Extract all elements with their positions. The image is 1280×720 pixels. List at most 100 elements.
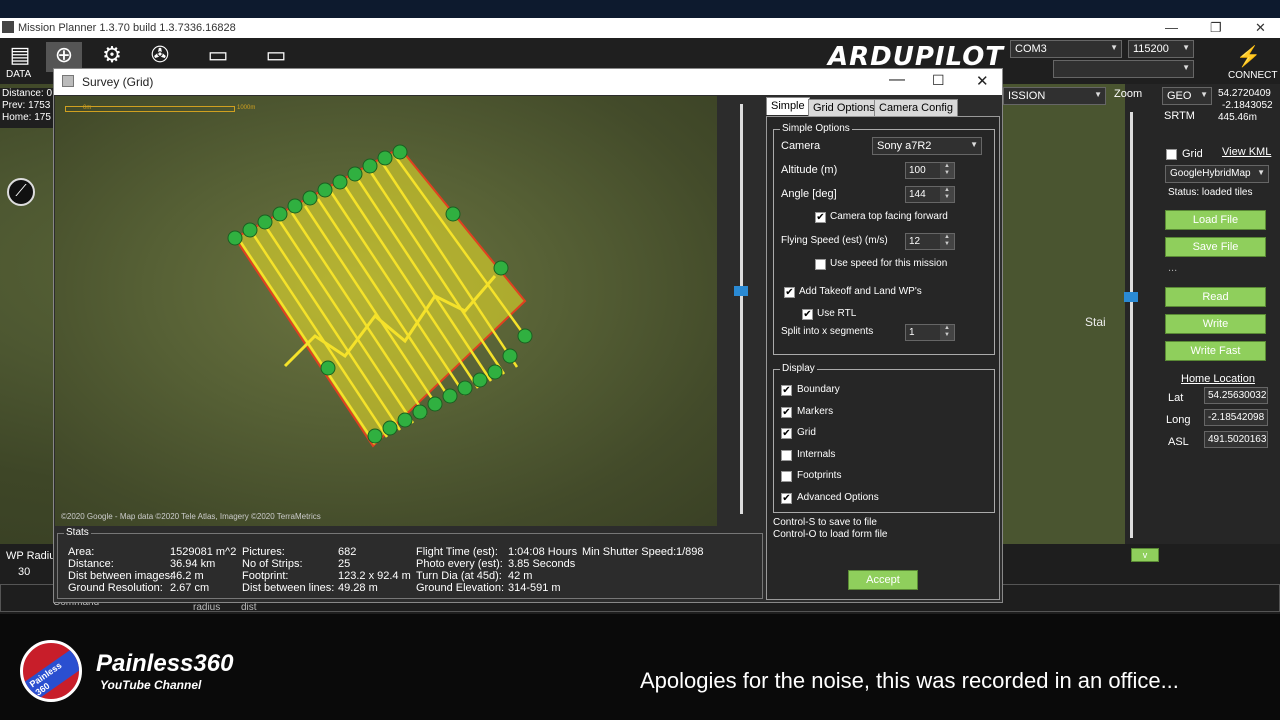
takeoff-land-checkbox[interactable]: ✔	[784, 287, 795, 298]
zoom-thumb[interactable]	[1124, 292, 1138, 302]
ground-elev-value: 314-591 m	[508, 582, 561, 594]
zoom-track[interactable]	[1130, 112, 1133, 538]
home-long-input[interactable]: -2.18542098	[1204, 409, 1268, 426]
survey-title: Survey (Grid)	[82, 75, 154, 89]
ground-elev-label: Ground Elevation:	[416, 582, 505, 594]
collapse-button[interactable]: v	[1131, 548, 1159, 562]
brand-sub: YouTube Channel	[100, 678, 202, 692]
flight-time-label: Flight Time (est):	[416, 546, 498, 558]
internals-label: Internals	[797, 449, 836, 460]
window-title: Mission Planner 1.3.70 build 1.3.7336.16…	[18, 22, 236, 34]
close-icon[interactable]: ✕	[1255, 20, 1266, 36]
zoom-label: Zoom	[1114, 88, 1143, 100]
options-panel: Simple Options Camera Sony a7R2 ▼ Altitud…	[766, 116, 1000, 600]
map-status: Status: loaded tiles	[1168, 187, 1253, 198]
wp-radius-value[interactable]: 30	[18, 566, 30, 578]
info-panel: Distance: 0 Prev: 1753 Home: 175	[0, 88, 55, 128]
home-lat-label: Lat	[1168, 392, 1184, 404]
tab-camera-config[interactable]: Camera Config	[874, 99, 958, 117]
secondary-select[interactable]: ▼	[1053, 60, 1194, 78]
survey-zoom-thumb[interactable]	[734, 286, 748, 296]
home-lat-input[interactable]: 54.25630032	[1204, 387, 1268, 404]
camera-select[interactable]: Sony a7R2 ▼	[872, 137, 982, 155]
speed-input[interactable]: 12 ▲ ▼	[905, 233, 955, 250]
hint-load: Control-O to load form file	[773, 529, 888, 540]
dist-images-label: Dist between images:	[68, 570, 174, 582]
use-speed-label: Use speed for this mission	[830, 258, 948, 269]
distance-stat-label: Distance:	[68, 558, 114, 570]
map-type-select[interactable]: GoogleHybridMap ▼	[1165, 165, 1269, 183]
turn-dia-value: 42 m	[508, 570, 533, 582]
geo-select[interactable]: GEO ▼	[1162, 87, 1212, 105]
map-credit: ©2020 Google - Map data ©2020 Tele Atlas…	[61, 512, 321, 521]
tab-grid-options[interactable]: Grid Options	[808, 99, 880, 117]
altitude-input[interactable]: 100 ▲ ▼	[905, 162, 955, 179]
grid-toggle-checkbox[interactable]	[1166, 149, 1177, 160]
survey-minimize-icon[interactable]: —	[889, 71, 905, 89]
video-caption: Apologies for the noise, this was record…	[640, 668, 1179, 693]
com-port-select[interactable]: COM3 ▼	[1010, 40, 1122, 58]
scale-end: 1000m	[237, 105, 256, 111]
baud-rate-select[interactable]: 115200 ▼	[1128, 40, 1194, 58]
boundary-label: Boundary	[797, 384, 840, 395]
camera-top-checkbox[interactable]: ✔	[815, 212, 826, 223]
display-legend: Display	[780, 363, 817, 374]
scale-start: 0m	[83, 105, 92, 111]
area-value: 1529081 m^2	[170, 546, 237, 558]
area-label: Area:	[68, 546, 95, 558]
survey-close-icon[interactable]: ✕	[976, 72, 989, 90]
markers-checkbox[interactable]: ✔	[781, 407, 792, 418]
mission-select[interactable]: ISSION ▼	[1003, 87, 1106, 105]
window-titlebar: Mission Planner 1.3.70 build 1.3.7336.16…	[0, 18, 1280, 38]
home-asl-label: ASL	[1168, 436, 1189, 448]
survey-zoom-track[interactable]	[740, 104, 743, 514]
right-map[interactable]	[1000, 84, 1125, 544]
srtm-label: SRTM	[1164, 110, 1195, 122]
view-kml-link[interactable]: View KML	[1222, 146, 1271, 158]
survey-maximize-icon[interactable]: ☐	[932, 72, 945, 89]
use-rtl-label: Use RTL	[817, 308, 857, 319]
survey-map[interactable]: 0m 1000m ©2020 Google - Map data ©2020 T…	[55, 96, 717, 526]
survey-grid-overlay[interactable]	[55, 96, 717, 526]
split-label: Split into x segments	[781, 326, 874, 337]
angle-input[interactable]: 144 ▲ ▼	[905, 186, 955, 203]
footprints-label: Footprints	[797, 470, 842, 481]
write-fast-button[interactable]: Write Fast	[1165, 341, 1266, 361]
stats-legend: Stats	[64, 527, 91, 538]
home-long-label: Long	[1166, 414, 1191, 426]
photo-every-label: Photo every (est):	[416, 558, 503, 570]
footprints-checkbox[interactable]	[781, 471, 792, 482]
restore-icon[interactable]: ❐	[1210, 20, 1222, 36]
read-button[interactable]: Read	[1165, 287, 1266, 307]
home-asl-input[interactable]: 491.5020163	[1204, 431, 1268, 448]
dist-images-value: 46.2 m	[170, 570, 204, 582]
connect-icon[interactable]: ⚡	[1236, 44, 1261, 69]
altitude-label: Altitude (m)	[781, 164, 838, 176]
coord-lng: -2.1843052	[1222, 100, 1273, 111]
footprint-label: Footprint:	[242, 570, 289, 582]
load-file-button[interactable]: Load File	[1165, 210, 1266, 230]
boundary-checkbox[interactable]: ✔	[781, 385, 792, 396]
flight-data-icon[interactable]: ▤	[2, 42, 38, 72]
write-button[interactable]: Write	[1165, 314, 1266, 334]
shutter-label: Min Shutter Speed:	[582, 546, 677, 558]
advanced-options-checkbox[interactable]: ✔	[781, 493, 792, 504]
connect-label[interactable]: CONNECT	[1228, 70, 1277, 81]
use-speed-checkbox[interactable]	[815, 259, 826, 270]
ground-res-value: 2.67 cm	[170, 582, 210, 594]
use-rtl-checkbox[interactable]: ✔	[802, 309, 813, 320]
tab-simple[interactable]: Simple	[766, 97, 810, 115]
compass-icon[interactable]: ⟋	[7, 178, 35, 206]
internals-checkbox[interactable]	[781, 450, 792, 461]
split-input[interactable]: 1 ▲ ▼	[905, 324, 955, 341]
accept-button[interactable]: Accept	[848, 570, 918, 590]
shutter-value: 1/898	[676, 546, 704, 558]
grid-checkbox[interactable]: ✔	[781, 428, 792, 439]
grid-toggle-label: Grid	[1182, 148, 1203, 160]
minimize-icon[interactable]: —	[1165, 20, 1178, 35]
survey-grid-window: Survey (Grid) — ☐ ✕ 0m 1000m ©2020 Googl…	[53, 68, 1003, 603]
save-file-button[interactable]: Save File	[1165, 237, 1266, 257]
angle-label: Angle [deg]	[781, 188, 837, 200]
pictures-label: Pictures:	[242, 546, 285, 558]
home-location-link[interactable]: Home Location	[1181, 373, 1255, 385]
